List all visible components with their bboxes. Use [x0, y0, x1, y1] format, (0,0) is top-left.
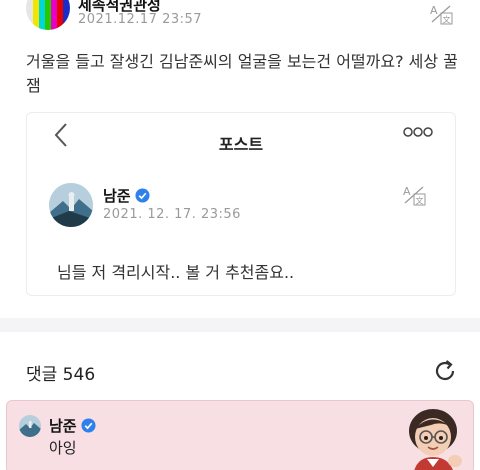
post-header: 세속적권관성 2021.12.17 23:57 A 文	[0, 0, 480, 36]
verified-badge-icon	[81, 418, 96, 433]
svg-text:A: A	[430, 4, 438, 17]
comment-author-name[interactable]: 남준	[49, 415, 96, 436]
post-date: 2021.12.17 23:57	[78, 12, 203, 27]
comment-item[interactable]: 남준 아잉	[6, 400, 474, 470]
svg-text:文: 文	[443, 15, 451, 25]
quote-page-title: 포스트	[218, 135, 264, 154]
quote-date: 2021. 12. 17. 23:56	[103, 207, 241, 222]
comment-text: 아잉	[49, 439, 77, 457]
quote-author-name[interactable]: 남준	[103, 185, 150, 206]
svg-text:A: A	[403, 185, 411, 198]
refresh-icon[interactable]	[432, 358, 458, 384]
translate-icon[interactable]: A 文	[428, 2, 454, 26]
comment-author-avatar[interactable]	[19, 415, 41, 437]
post-body-text: 거울을 들고 잘생긴 김남준씨의 얼굴을 보는건 어떨까요? 세상 꿀잼	[26, 52, 458, 95]
author-avatar[interactable]	[26, 0, 70, 30]
quote-translate-icon[interactable]: A 文	[401, 183, 427, 207]
svg-text:文: 文	[416, 196, 424, 206]
quote-author-label[interactable]: 남준	[103, 187, 131, 205]
more-options-icon[interactable]	[403, 127, 433, 137]
verified-badge-icon	[135, 188, 150, 203]
character-sticker-icon	[409, 409, 462, 470]
section-divider	[0, 318, 480, 332]
quoted-post-card[interactable]: 포스트 남준 2021. 12. 17. 23:56 A 文 님들 저 격리시작…	[26, 112, 456, 296]
quote-body-text: 님들 저 격리시작.. 볼 거 추천좀요..	[57, 263, 295, 282]
comment-author-label[interactable]: 남준	[49, 417, 77, 435]
comments-count-header: 댓글 546	[26, 365, 96, 385]
quote-author-avatar[interactable]	[49, 183, 93, 227]
